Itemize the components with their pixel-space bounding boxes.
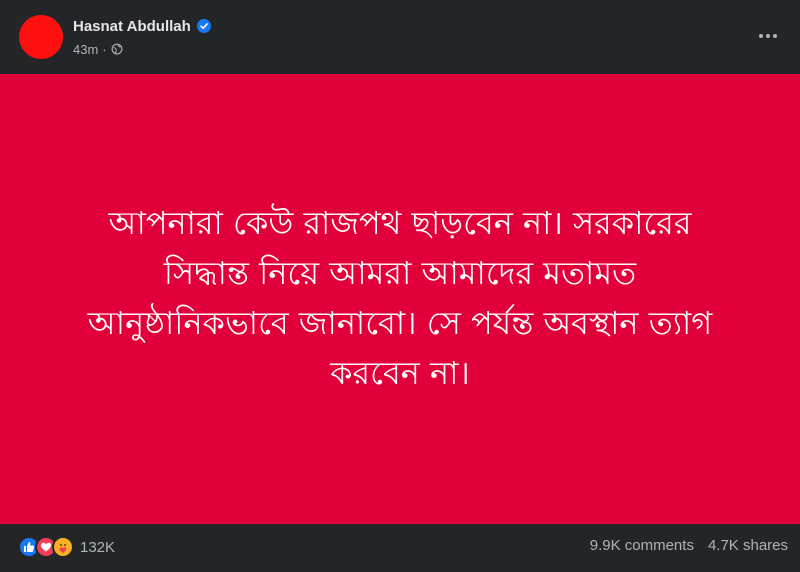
meta-separator: · [102,41,107,57]
post-text: আপনারা কেউ রাজপথ ছাড়বেন না। সরকারের সিদ… [50,198,750,398]
post-meta: 43m · [73,41,123,57]
post-timestamp[interactable]: 43m [73,42,98,57]
post-text-line: আপনারা কেউ রাজপথ ছাড়বেন না। সরকারের [108,204,692,242]
post-text-background[interactable]: আপনারা কেউ রাজপথ ছাড়বেন না। সরকারের সিদ… [0,74,800,524]
globe-icon[interactable] [111,43,123,55]
author-name[interactable]: Hasnat Abdullah [73,18,191,35]
post-text-line: করবেন না। [330,354,470,392]
more-options-button[interactable] [754,22,782,50]
care-icon [52,536,74,558]
post-footer: 132K 9.9K comments 4.7K shares [0,524,800,572]
more-horizontal-icon [759,34,777,38]
facebook-post: Hasnat Abdullah 43m · আপনারা কেউ রাজপথ ছ… [0,0,800,572]
avatar[interactable] [19,15,63,59]
author-row: Hasnat Abdullah [73,17,211,35]
reaction-count: 132K [80,538,116,556]
post-text-line: সিদ্ধান্ত নিয়ে আমরা আমাদের মতামত [163,254,637,292]
shares-count[interactable]: 4.7K shares [708,537,788,554]
engagement-counts: 9.9K comments 4.7K shares [590,537,788,554]
post-header: Hasnat Abdullah 43m · [0,0,800,74]
post-text-line: আনুষ্ঠানিকভাবে জানাবো। সে পর্যন্ত অবস্থা… [87,304,713,342]
reactions-summary[interactable]: 132K [18,536,115,558]
comments-count[interactable]: 9.9K comments [590,537,694,554]
verified-badge-icon [196,19,211,33]
